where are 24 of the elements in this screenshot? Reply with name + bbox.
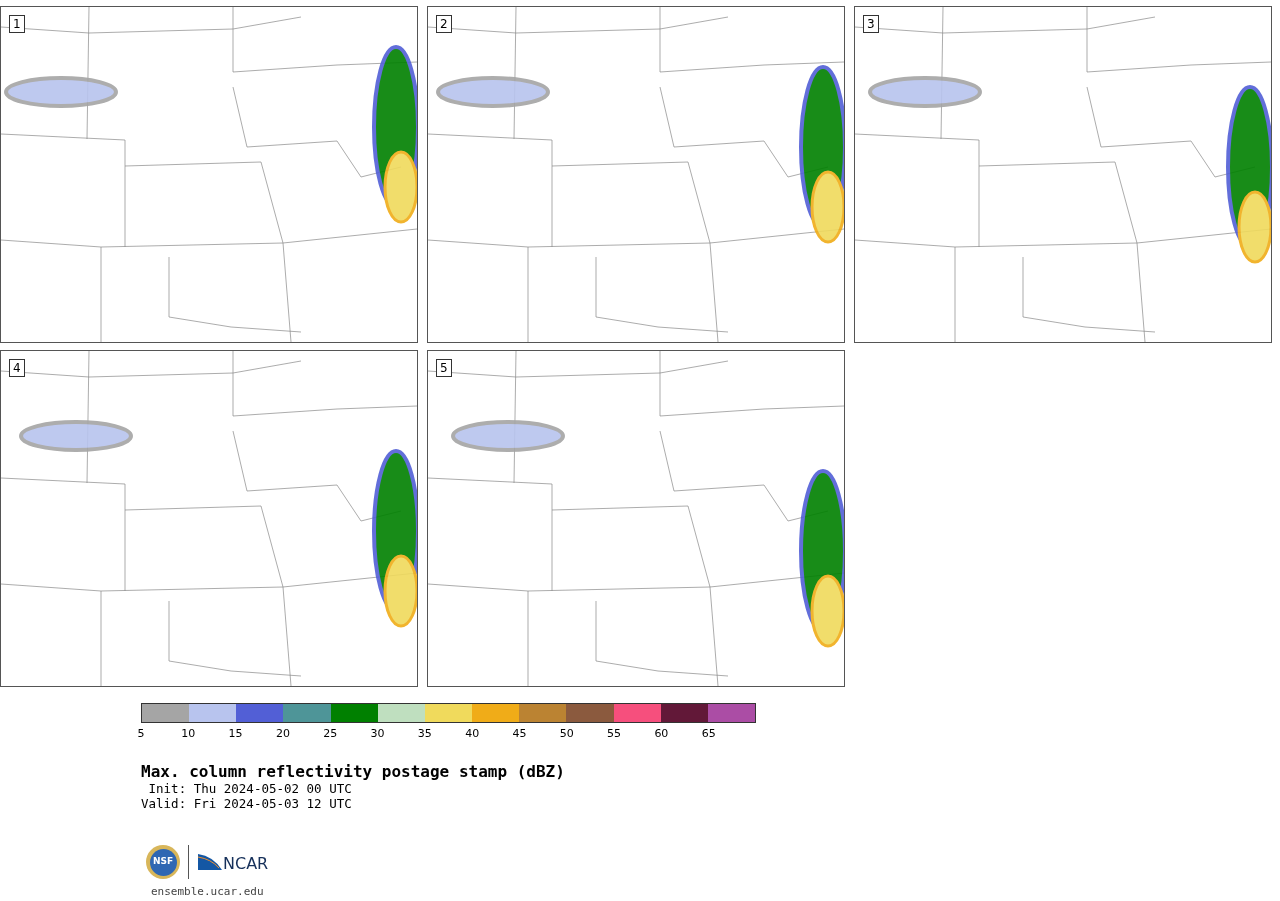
chart-title: Max. column reflectivity postage stamp (dBZ): [141, 763, 565, 781]
tick-label: 5: [137, 727, 145, 740]
tick-label: 60: [654, 727, 669, 740]
valid-time: Valid: Fri 2024-05-03 12 UTC: [141, 796, 352, 811]
tick-label: 15: [228, 727, 243, 740]
tick-label: 10: [181, 727, 196, 740]
tick-label: 25: [323, 727, 338, 740]
panel-number: 4: [9, 359, 25, 377]
nsf-logo: NSF: [146, 845, 180, 879]
tick-label: 45: [512, 727, 527, 740]
website-url: ensemble.ucar.edu: [151, 885, 264, 898]
tick-label: 30: [370, 727, 385, 740]
panel-number: 2: [436, 15, 452, 33]
tick-label: 65: [701, 727, 716, 740]
tick-label: 40: [465, 727, 480, 740]
panel-number: 5: [436, 359, 452, 377]
tick-label: 20: [275, 727, 290, 740]
tick-label: 55: [607, 727, 622, 740]
init-time: Init: Thu 2024-05-02 00 UTC: [147, 781, 352, 796]
ncar-logo: NCAR: [197, 852, 269, 872]
panel-number: 1: [9, 15, 25, 33]
tick-label: 50: [559, 727, 574, 740]
panel-number: 3: [863, 15, 879, 33]
tick-label: 35: [417, 727, 432, 740]
